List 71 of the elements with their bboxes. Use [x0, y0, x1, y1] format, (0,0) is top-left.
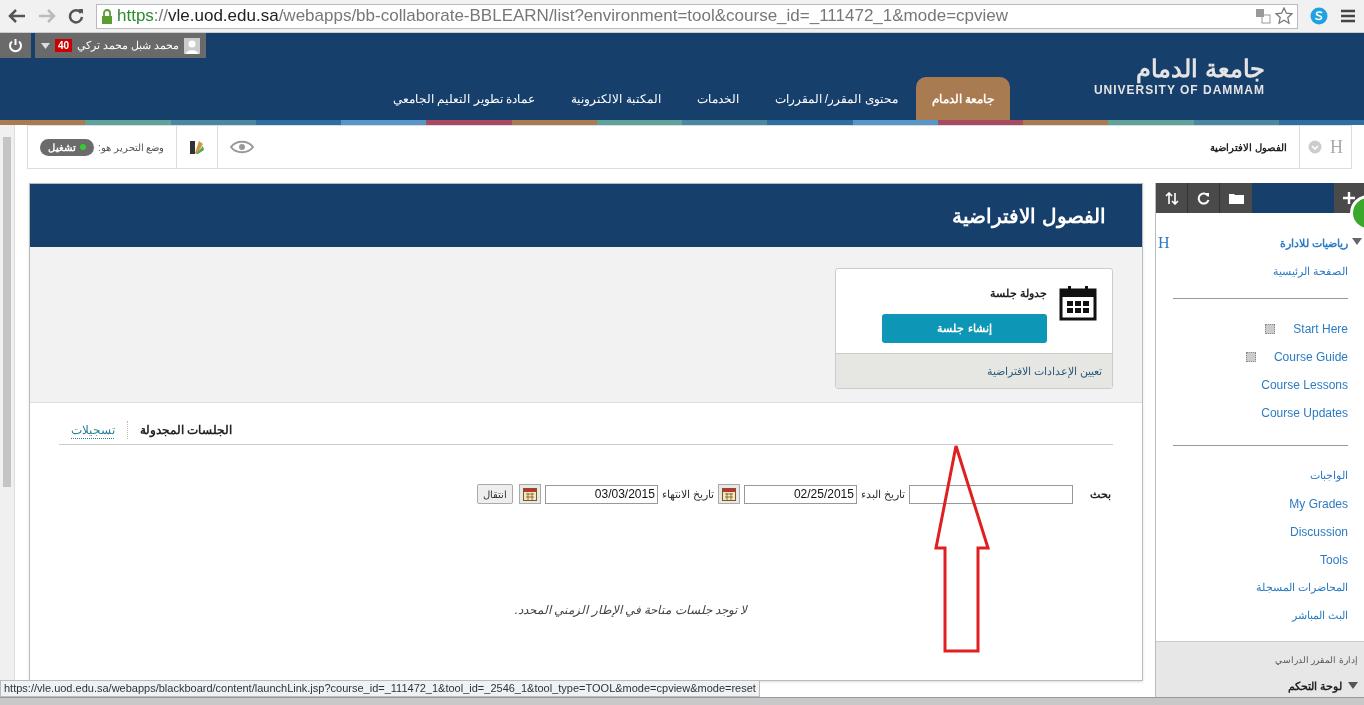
user-name: محمد شبل محمد تركي	[77, 38, 180, 54]
menu-link[interactable]: Tools	[1320, 550, 1348, 569]
plus-icon	[1343, 192, 1355, 204]
grid-icon	[1265, 323, 1276, 334]
nav-tab[interactable]: الخدمات	[678, 77, 757, 120]
calendar-icon	[1059, 285, 1097, 321]
edit-mode-toggle[interactable]: تشغيل	[40, 138, 94, 156]
address-bar[interactable]: https://vle.uod.edu.sa/webapps/bb-collaborate-BBLEARN/list?environment=tool&course_id=_111472_1&mode=cpview	[96, 3, 1298, 29]
refresh-button[interactable]	[1188, 183, 1220, 213]
breadcrumb-title[interactable]: الفصول الافتراضية	[1210, 139, 1299, 155]
empty-message: لا توجد جلسات متاحة في الإطار الزمني المحدد.	[514, 601, 748, 619]
tab[interactable]: تسجيلات	[59, 420, 128, 439]
end-date-field[interactable]: 03/03/2015	[544, 484, 658, 504]
menu-link[interactable]: Course Lessons	[1261, 375, 1348, 394]
menu-link[interactable]: Start Here	[1293, 319, 1348, 338]
palette-icon[interactable]	[189, 139, 206, 155]
calendar-button[interactable]	[717, 484, 740, 504]
calendar-icon	[522, 487, 537, 501]
refresh-icon	[1197, 191, 1210, 205]
sort-icon	[1164, 191, 1179, 205]
page-title: الفصول الافتراضية	[952, 203, 1106, 231]
lock-icon	[101, 8, 113, 24]
folder-button[interactable]	[1220, 183, 1252, 213]
menu-icon[interactable]	[1340, 9, 1356, 23]
caret-icon[interactable]	[1352, 238, 1362, 245]
avatar-icon	[184, 37, 201, 54]
go-button[interactable]: انتقال	[476, 484, 513, 504]
back-icon[interactable]	[8, 9, 26, 23]
eye-icon[interactable]	[230, 139, 255, 155]
menu-link[interactable]: الصفحة الرئيسية	[1272, 263, 1348, 280]
menu-link[interactable]: Course Guide	[1273, 347, 1348, 366]
caret-icon[interactable]	[1348, 682, 1358, 690]
skype-icon[interactable]	[1310, 7, 1328, 25]
section-heading: إدارة المقرر الدراسي	[1275, 654, 1358, 667]
start-date-label: تاريخ البدء	[860, 486, 905, 503]
search-field[interactable]	[909, 484, 1073, 504]
nav-tab[interactable]: المكتبة الالكترونية	[553, 77, 679, 120]
folder-icon	[1228, 192, 1244, 204]
h-marker: H	[1330, 135, 1343, 159]
url-text: https://vle.uod.edu.sa/webapps/bb-collaborate-BBLEARN/list?environment=tool&course_id=_111472_1&mode=cpview	[117, 5, 1009, 28]
url-tooltip: https://vle.uod.edu.sa/webapps/blackboard/content/launchLink.jsp?course_id=_111472_1&tool_id=_2546_1&tool_type=TOOL&mode=cpview&mode=reset	[0, 680, 760, 697]
menu-link[interactable]: My Grades	[1289, 494, 1348, 513]
grid-icon	[1245, 351, 1256, 362]
nav-tab[interactable]: جامعة الدمام	[915, 77, 1010, 120]
card-title: جدولة جلسة	[989, 286, 1047, 302]
power-icon	[8, 38, 23, 53]
translate-icon[interactable]	[1255, 8, 1271, 24]
star-icon[interactable]	[1275, 7, 1293, 25]
calendar-button[interactable]	[518, 484, 541, 504]
nav-tab[interactable]: عمادة تطوير التعليم الجامعي	[375, 77, 554, 120]
logout-button[interactable]	[0, 33, 31, 58]
caret-icon	[41, 42, 50, 49]
start-date-field[interactable]: 02/25/2015	[743, 484, 857, 504]
menu-link[interactable]: البث المباشر	[1291, 607, 1348, 624]
menu-link[interactable]: المحاضرات المسجلة	[1255, 579, 1348, 596]
menu-link[interactable]: Course Updates	[1261, 403, 1348, 422]
menu-link[interactable]: Discussion	[1289, 522, 1348, 541]
control-panel-label[interactable]: لوحة التحكم	[1287, 677, 1342, 694]
tab[interactable]: الجلسات المجدولة	[128, 420, 245, 439]
sort-button[interactable]	[1156, 183, 1188, 213]
notification-badge: 40	[55, 39, 73, 52]
search-label: بحث	[1089, 486, 1111, 503]
calendar-icon	[721, 487, 736, 501]
h-marker: H	[1158, 233, 1170, 253]
menu-link[interactable]: الواجبات	[1310, 467, 1348, 484]
create-session-button[interactable]: إنشاء جلسة	[882, 313, 1047, 343]
nav-tab[interactable]: محتوى المقرر/ المقررات	[756, 77, 916, 120]
edit-mode-label: وضع التحرير هو:	[98, 140, 165, 155]
end-date-label: تاريخ الانتهاء	[661, 486, 714, 503]
reload-icon[interactable]	[68, 8, 84, 24]
course-title[interactable]: رياضيات للادارة	[1279, 234, 1348, 252]
